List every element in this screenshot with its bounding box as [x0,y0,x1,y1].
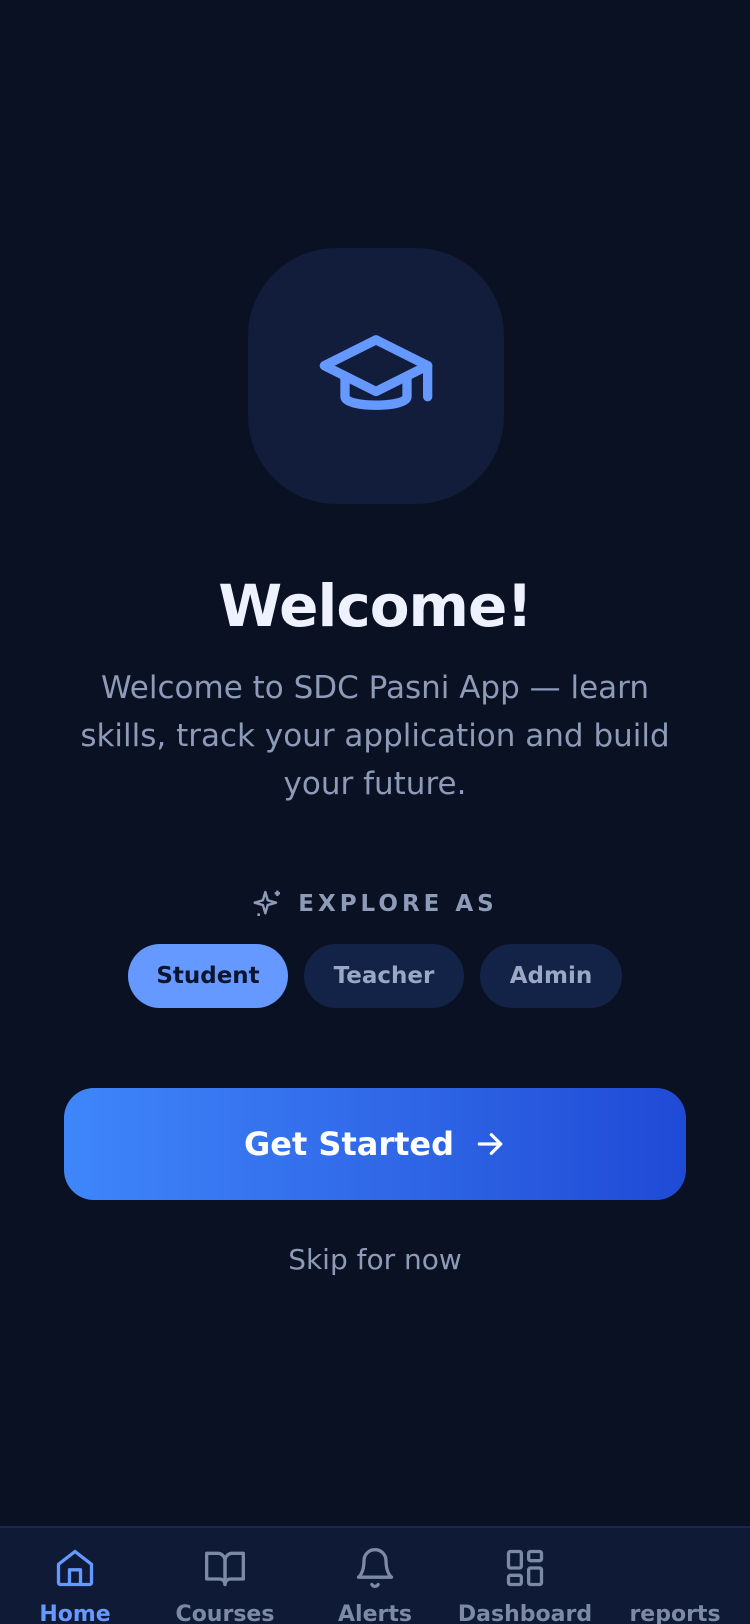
tab-dashboard-label: Dashboard [457,1602,593,1624]
bottom-tab-bar: Home Courses Alerts Dashboard reports [0,1526,750,1624]
bell-icon [356,1548,394,1588]
page-title: Welcome! [218,572,533,640]
welcome-screen: Welcome! Welcome to SDC Pasni App — lear… [0,0,750,1624]
role-admin-chip[interactable]: Admin [480,944,622,1008]
welcome-description: Welcome to SDC Pasni App — learn skills,… [80,670,670,802]
tab-reports[interactable]: reports [600,1528,750,1624]
tab-reports-label: reports [629,1602,721,1624]
tab-courses-label: Courses [175,1602,275,1624]
role-teacher-chip[interactable]: Teacher [304,944,464,1008]
tab-home[interactable]: Home [0,1528,150,1624]
explore-as-label: EXPLORE AS [298,891,498,917]
role-selector: Student Teacher Admin [0,944,750,1008]
tab-courses[interactable]: Courses [150,1528,300,1624]
app-logo-tile [248,248,504,504]
tab-alerts-label: Alerts [338,1602,412,1624]
book-open-icon [205,1551,245,1587]
role-student-chip[interactable]: Student [128,944,288,1008]
get-started-button[interactable]: Get Started [64,1088,686,1200]
explore-as-heading: EXPLORE AS [0,884,750,924]
skip-for-now-link[interactable]: Skip for now [0,1238,750,1282]
sparkle-icon [253,890,281,916]
graduation-cap-icon [319,335,433,410]
arrow-right-icon [477,1133,503,1155]
get-started-label: Get Started [243,1125,455,1163]
tab-dashboard[interactable]: Dashboard [450,1528,600,1624]
grid-icon [506,1549,544,1587]
tab-alerts[interactable]: Alerts [300,1528,450,1624]
home-icon [56,1549,94,1587]
tab-home-label: Home [39,1602,111,1624]
